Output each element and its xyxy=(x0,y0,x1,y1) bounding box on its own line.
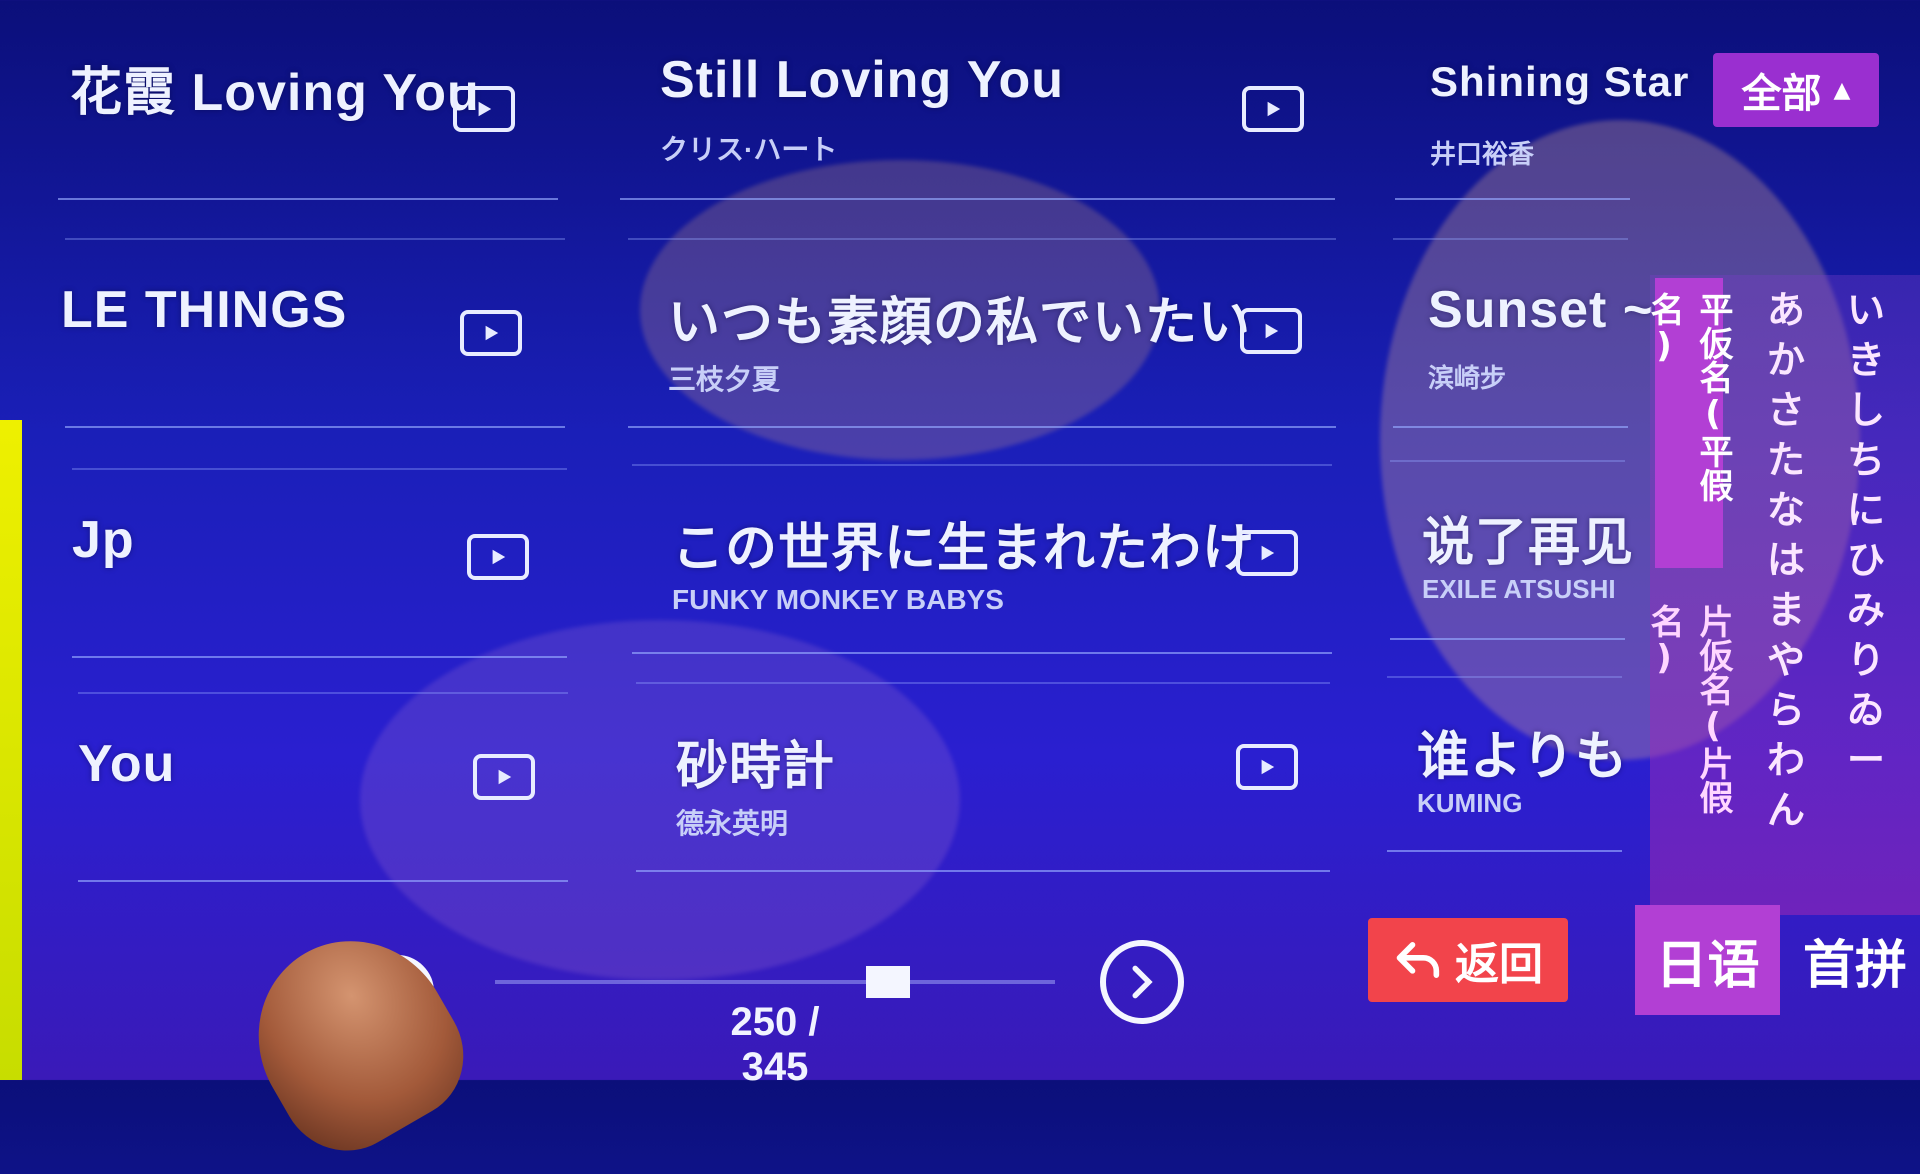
finger-photo xyxy=(222,905,488,1174)
caret-up-icon: ▲ xyxy=(1833,77,1851,103)
song-cell[interactable]: いつも素顔の私でいたい 三枝夕夏 xyxy=(628,238,1336,428)
kana-key[interactable]: ゐ xyxy=(1847,685,1885,735)
kana-key[interactable]: り xyxy=(1847,635,1885,685)
kana-key[interactable]: ら xyxy=(1767,685,1805,735)
kana-key[interactable]: き xyxy=(1847,335,1885,385)
play-icon[interactable] xyxy=(460,310,522,356)
song-title: Jp xyxy=(72,511,135,569)
tab-pinyin[interactable]: 首拼 xyxy=(1790,905,1920,1015)
tab-japanese[interactable]: 日语 xyxy=(1635,905,1780,1015)
song-cell[interactable]: Sunset ~ 滨崎步 xyxy=(1393,238,1653,428)
kana-key[interactable]: ん xyxy=(1767,785,1805,835)
back-label: 返回 xyxy=(1455,939,1543,990)
filter-all-button[interactable]: 全部 ▲ xyxy=(1713,53,1879,127)
kana-key[interactable]: ひ xyxy=(1847,535,1885,585)
kana-key[interactable]: わ xyxy=(1767,735,1805,785)
song-title: 花霞 Loving You xyxy=(70,64,480,122)
page-slider-thumb[interactable] xyxy=(866,966,910,998)
song-artist: 德永英明 xyxy=(676,808,789,839)
song-title: いつも素顔の私でいたい xyxy=(668,294,1252,352)
play-icon[interactable] xyxy=(1236,744,1298,790)
page-indicator: 250 / 345 xyxy=(730,1000,820,1089)
song-title: この世界に生まれたわけ xyxy=(672,520,1256,578)
kana-key[interactable]: に xyxy=(1847,485,1885,535)
kana-key[interactable]: さ xyxy=(1767,385,1805,435)
screen-bezel xyxy=(0,420,22,1080)
song-cell[interactable]: この世界に生まれたわけ FUNKY MONKEY BABYS xyxy=(632,464,1332,654)
song-artist: 三枝夕夏 xyxy=(668,364,781,395)
song-title: 砂時計 xyxy=(676,738,836,796)
next-page-button[interactable] xyxy=(1100,940,1184,1024)
filter-label: 全部 xyxy=(1741,71,1822,117)
play-icon[interactable] xyxy=(1236,530,1298,576)
song-artist: 滨崎步 xyxy=(1428,363,1507,393)
play-icon[interactable] xyxy=(1242,86,1304,132)
song-artist: KUMING xyxy=(1417,788,1523,818)
song-cell[interactable]: 谁よりも KUMING xyxy=(1387,676,1627,852)
tab-katakana[interactable]: 片仮名(片假名) xyxy=(1644,590,1733,850)
song-cell[interactable]: LE THINGS xyxy=(61,238,565,428)
play-icon[interactable] xyxy=(473,754,535,800)
kana-key[interactable]: し xyxy=(1847,385,1885,435)
kana-key[interactable]: は xyxy=(1767,535,1805,585)
song-artist: クリス·ハート xyxy=(660,134,838,165)
play-icon[interactable] xyxy=(467,534,529,580)
song-cell[interactable]: 说了再见 EXILE ATSUSHI xyxy=(1390,460,1633,640)
kana-key[interactable]: み xyxy=(1847,585,1885,635)
kana-key[interactable]: ー xyxy=(1847,735,1885,785)
song-cell[interactable]: 砂時計 德永英明 xyxy=(636,682,1330,872)
tab-hiragana[interactable]: 平仮名(平假名) xyxy=(1644,278,1733,568)
song-artist: FUNKY MONKEY BABYS xyxy=(672,584,1004,615)
play-icon[interactable] xyxy=(453,86,515,132)
song-title: You xyxy=(78,735,176,793)
play-icon[interactable] xyxy=(1240,308,1302,354)
kana-key[interactable]: た xyxy=(1767,435,1805,485)
kana-key[interactable]: あ xyxy=(1767,285,1805,335)
song-cell[interactable]: You xyxy=(78,692,568,882)
page-slider-track[interactable] xyxy=(495,980,1055,984)
song-title: 谁よりも xyxy=(1417,728,1628,786)
song-cell[interactable]: Shining Star 井口裕香 xyxy=(1395,10,1688,200)
song-title: Shining Star xyxy=(1430,58,1690,105)
song-title: Sunset ~ xyxy=(1428,281,1655,339)
kana-key[interactable]: や xyxy=(1767,635,1805,685)
undo-arrow-icon xyxy=(1396,942,1440,978)
kana-column-i: い き し ち に ひ み り ゐ ー xyxy=(1836,285,1896,785)
kana-key[interactable]: か xyxy=(1767,335,1805,385)
kana-key[interactable]: な xyxy=(1767,485,1805,535)
back-button[interactable]: 返回 xyxy=(1368,918,1568,1002)
song-title: 说了再见 xyxy=(1422,514,1635,572)
song-title: Still Loving You xyxy=(660,51,1065,109)
song-title: LE THINGS xyxy=(61,281,348,339)
song-cell[interactable]: Jp xyxy=(72,468,567,658)
song-artist: 井口裕香 xyxy=(1430,139,1535,169)
song-cell[interactable]: Still Loving You クリス·ハート xyxy=(620,10,1335,200)
song-cell[interactable]: 花霞 Loving You xyxy=(58,10,558,200)
chevron-right-icon xyxy=(1132,965,1153,999)
song-artist: EXILE ATSUSHI xyxy=(1422,574,1616,604)
kana-column-a: あ か さ た な は ま や ら わ ん xyxy=(1756,285,1816,835)
kana-key[interactable]: ま xyxy=(1767,585,1805,635)
kana-key[interactable]: ち xyxy=(1847,435,1885,485)
kana-key[interactable]: い xyxy=(1847,285,1885,335)
